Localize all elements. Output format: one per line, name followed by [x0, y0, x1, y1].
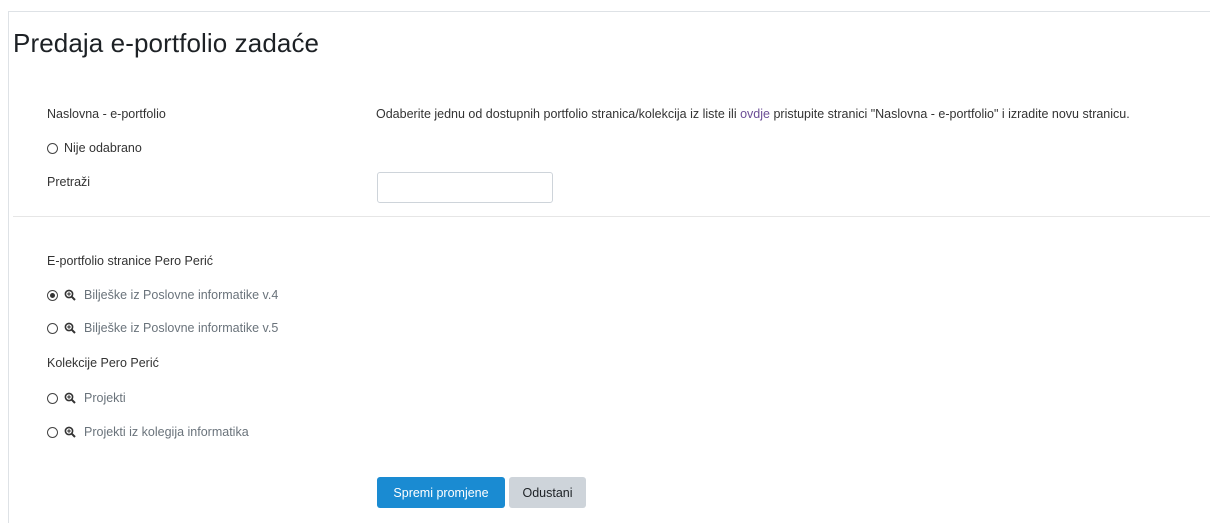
field-description: Odaberite jednu od dostupnih portfolio s…: [376, 107, 1130, 121]
zoom-icon[interactable]: [64, 322, 76, 334]
ovdje-link[interactable]: ovdje: [740, 107, 770, 121]
zoom-icon[interactable]: [64, 289, 76, 301]
radio-page-2[interactable]: [47, 322, 58, 334]
save-button[interactable]: Spremi promjene: [377, 477, 505, 508]
pages-section-heading: E-portfolio stranice Pero Perić: [47, 254, 214, 268]
radio-page-1[interactable]: [47, 289, 58, 301]
field-label: Naslovna - e-portfolio: [47, 107, 166, 121]
description-text-after: pristupite stranici "Naslovna - e-portfo…: [769, 107, 1130, 121]
collection-option-1[interactable]: Projekti: [47, 391, 126, 405]
radio-none[interactable]: [47, 142, 58, 154]
zoom-icon[interactable]: [64, 426, 76, 438]
description-text-before: Odaberite jednu od dostupnih portfolio s…: [376, 107, 741, 121]
collections-section-heading: Kolekcije Pero Perić: [47, 356, 159, 370]
page-option-label: Bilješke iz Poslovne informatike v.5: [84, 321, 279, 335]
search-label: Pretraži: [47, 175, 91, 189]
collection-option-label: Projekti: [84, 391, 126, 405]
collection-option-2[interactable]: Projekti iz kolegija informatika: [47, 425, 249, 439]
search-input[interactable]: [377, 172, 553, 203]
none-option[interactable]: Nije odabrano: [47, 141, 142, 155]
radio-collection-2[interactable]: [47, 426, 58, 438]
cancel-button[interactable]: Odustani: [509, 477, 586, 508]
page-option-2[interactable]: Bilješke iz Poslovne informatike v.5: [47, 321, 278, 335]
page-option-1[interactable]: Bilješke iz Poslovne informatike v.4: [47, 288, 278, 302]
section-divider: [13, 216, 1210, 217]
none-option-label: Nije odabrano: [64, 141, 142, 155]
page-title: Predaja e-portfolio zadaće: [13, 28, 320, 58]
radio-collection-1[interactable]: [47, 392, 58, 404]
page-option-label: Bilješke iz Poslovne informatike v.4: [84, 288, 279, 302]
collection-option-label: Projekti iz kolegija informatika: [84, 425, 249, 439]
zoom-icon[interactable]: [64, 392, 76, 404]
